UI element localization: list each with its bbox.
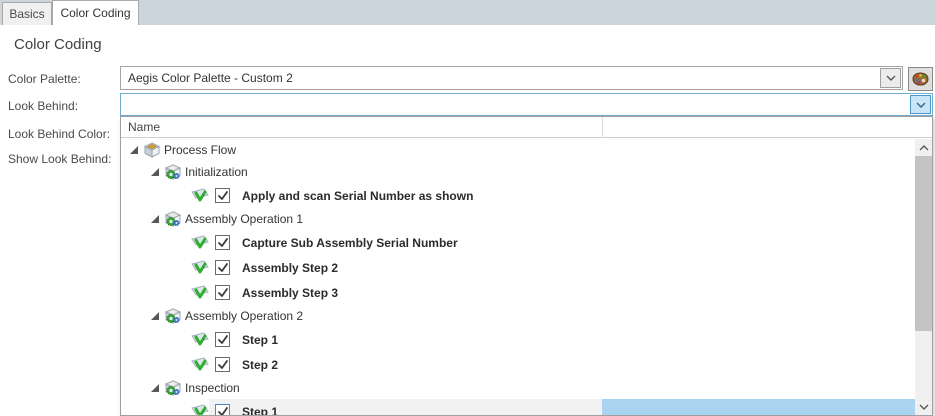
look-behind-combobox[interactable] — [120, 93, 933, 116]
tree-row-label: Assembly Step 2 — [242, 261, 338, 275]
operation-icon — [165, 380, 182, 396]
step-checkbox[interactable] — [215, 285, 230, 300]
step-checkbox[interactable] — [215, 260, 230, 275]
tree-row-label: Capture Sub Assembly Serial Number — [242, 236, 458, 250]
selected-row-extra-cell — [602, 399, 915, 415]
step-icon — [191, 235, 209, 250]
palette-picker-button[interactable] — [908, 67, 933, 91]
step-checkbox[interactable] — [215, 188, 230, 203]
tree-row[interactable]: Capture Sub Assembly Serial Number — [121, 230, 915, 255]
tree-row-label: Assembly Step 3 — [242, 286, 338, 300]
tree-row[interactable]: Assembly Step 3 — [121, 280, 915, 305]
tree-row-label: Assembly Operation 1 — [185, 212, 303, 226]
expander-icon[interactable] — [150, 383, 160, 393]
process-flow-tree: Process Flow Initialization — [121, 139, 915, 415]
tree-row[interactable]: Step 1 — [121, 399, 915, 415]
step-checkbox[interactable] — [215, 404, 230, 415]
scrollbar[interactable] — [915, 139, 932, 415]
page-title: Color Coding — [14, 36, 102, 53]
tree-row[interactable]: Assembly Step 2 — [121, 255, 915, 280]
tree-row[interactable]: Process Flow — [121, 139, 915, 161]
color-palette-value: Aegis Color Palette - Custom 2 — [128, 71, 293, 85]
tree-row-label: Step 1 — [242, 333, 278, 347]
process-flow-icon — [144, 142, 161, 158]
scroll-up-button[interactable] — [915, 139, 932, 156]
tab-strip: Basics Color Coding — [0, 0, 935, 25]
expander-icon[interactable] — [150, 311, 160, 321]
step-checkbox[interactable] — [215, 357, 230, 372]
tab-color-coding[interactable]: Color Coding — [52, 0, 139, 25]
look-behind-color-label: Look Behind Color: — [8, 127, 110, 141]
column-divider[interactable] — [602, 117, 603, 138]
tree-row[interactable]: Inspection — [121, 377, 915, 399]
tree-column-header[interactable]: Name — [121, 117, 932, 138]
look-behind-label: Look Behind: — [8, 99, 78, 113]
step-icon — [191, 188, 209, 203]
tab-basics[interactable]: Basics — [2, 2, 52, 25]
tree-row[interactable]: Apply and scan Serial Number as shown — [121, 183, 915, 208]
tree-row-label: Step 1 — [242, 405, 278, 416]
step-checkbox[interactable] — [215, 332, 230, 347]
tree-row-label: Apply and scan Serial Number as shown — [242, 189, 473, 203]
color-palette-combobox[interactable]: Aegis Color Palette - Custom 2 — [120, 66, 903, 90]
tree-row[interactable]: Assembly Operation 1 — [121, 208, 915, 230]
chevron-down-icon[interactable] — [880, 68, 901, 88]
tree-row-label: Assembly Operation 2 — [185, 309, 303, 323]
tree-row-label: Step 2 — [242, 358, 278, 372]
step-icon — [191, 332, 209, 347]
step-icon — [191, 404, 209, 415]
expander-icon[interactable] — [129, 145, 139, 155]
scroll-down-button[interactable] — [915, 398, 932, 415]
tree-row-label: Inspection — [185, 381, 240, 395]
step-checkbox[interactable] — [215, 235, 230, 250]
step-icon — [191, 285, 209, 300]
operation-icon — [165, 164, 182, 180]
operation-icon — [165, 211, 182, 227]
color-palette-label: Color Palette: — [8, 72, 81, 86]
palette-icon — [912, 72, 929, 86]
show-look-behind-label: Show Look Behind: — [8, 152, 111, 166]
tree-row[interactable]: Initialization — [121, 161, 915, 183]
step-icon — [191, 260, 209, 275]
scroll-thumb[interactable] — [915, 156, 932, 331]
tree-row[interactable]: Step 2 — [121, 352, 915, 377]
look-behind-dropdown-panel: Name Process Flow Initializatio — [120, 116, 933, 416]
tree-row-label: Process Flow — [164, 143, 236, 157]
tree-row-label: Initialization — [185, 165, 248, 179]
operation-icon — [165, 308, 182, 324]
expander-icon[interactable] — [150, 167, 160, 177]
step-icon — [191, 357, 209, 372]
chevron-down-icon[interactable] — [910, 95, 931, 114]
tree-row[interactable]: Step 1 — [121, 327, 915, 352]
tree-row[interactable]: Assembly Operation 2 — [121, 305, 915, 327]
name-column-header[interactable]: Name — [128, 120, 160, 134]
expander-icon[interactable] — [150, 214, 160, 224]
